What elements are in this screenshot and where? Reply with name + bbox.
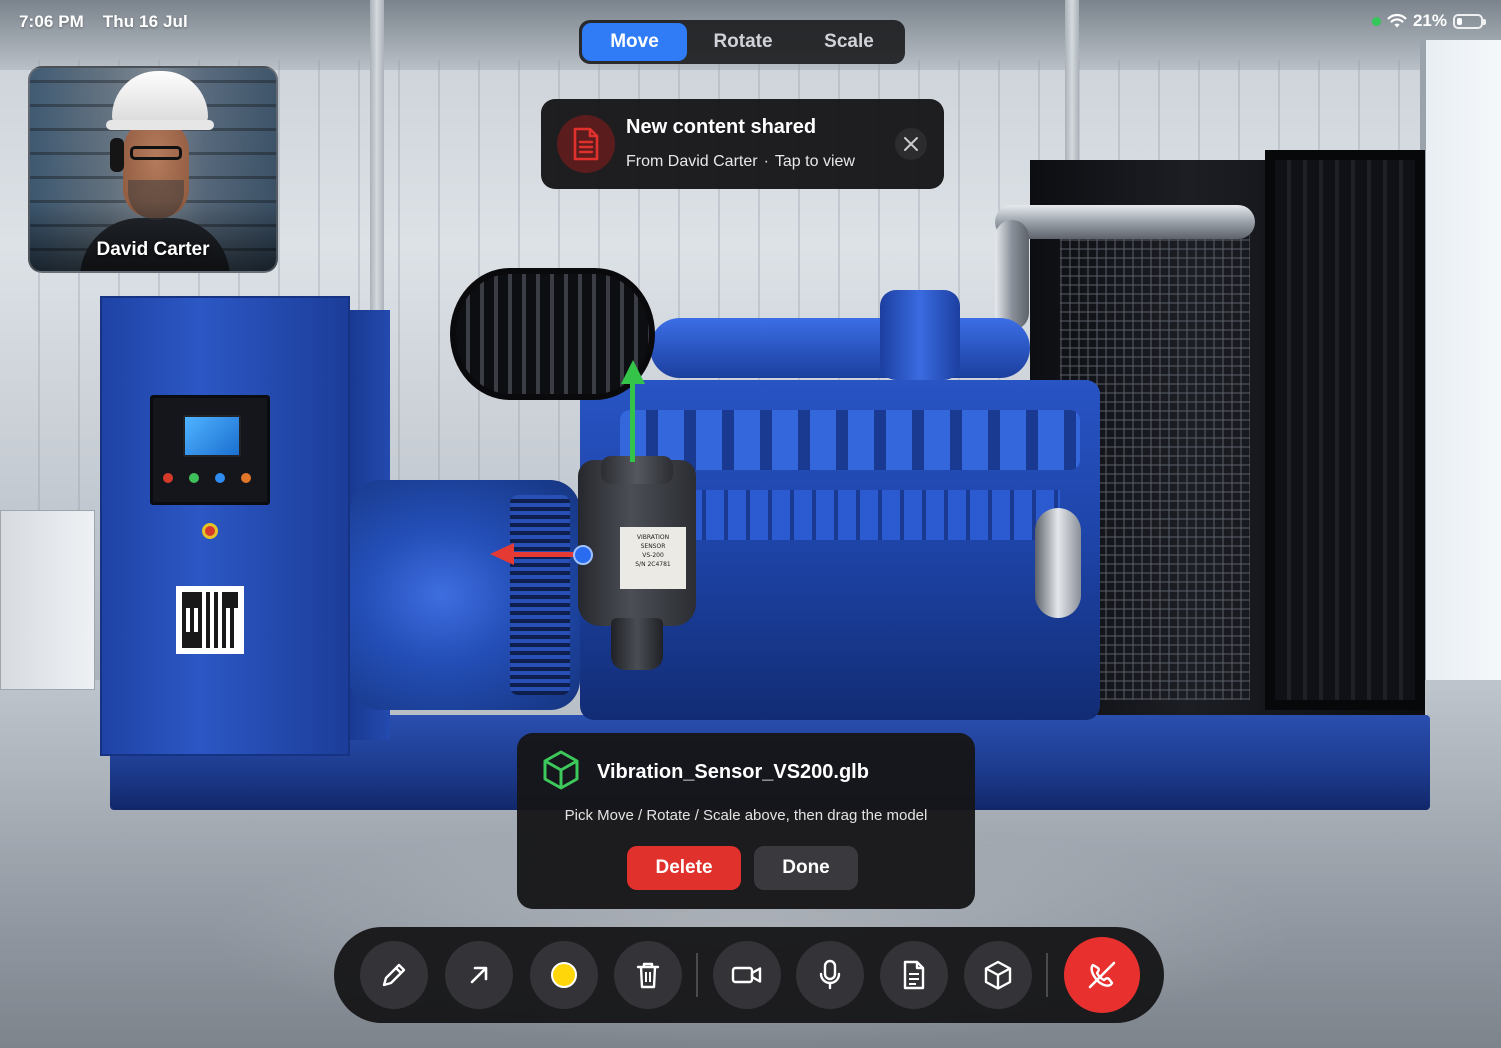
notification-separator: ·	[763, 153, 769, 170]
share-document-button[interactable]	[880, 941, 948, 1009]
participant-name: David Carter	[96, 239, 210, 260]
cube-icon	[984, 960, 1012, 990]
gizmo-y-axis[interactable]	[630, 382, 635, 462]
toolbar-divider	[1046, 953, 1048, 997]
exhaust-pipe	[995, 205, 1255, 239]
battery-percentage: 21%	[1412, 11, 1447, 30]
sensor-model-connector	[611, 618, 663, 670]
sensor-label-line: VS-200	[642, 552, 664, 559]
battery-icon	[1453, 13, 1486, 29]
cube-icon	[543, 750, 579, 790]
emergency-stop-button	[202, 523, 218, 539]
draw-tool-button[interactable]	[360, 941, 428, 1009]
mode-scale-button[interactable]: Scale	[799, 23, 899, 61]
indicator-light	[241, 473, 251, 483]
intake-pipe	[650, 318, 1030, 378]
model-edit-panel: Vibration_Sensor_VS200.glb Pick Move / R…	[517, 733, 975, 909]
document-icon	[903, 960, 925, 990]
transform-mode-segmented-control: Move Rotate Scale	[579, 20, 905, 64]
delete-model-button[interactable]: Delete	[627, 846, 741, 890]
trash-icon	[636, 962, 660, 989]
alternator-grille	[510, 495, 570, 695]
gizmo-y-arrow-icon[interactable]	[621, 360, 645, 384]
participant-video-tile[interactable]: David Carter	[28, 66, 278, 273]
notification-action: Tap to view	[774, 153, 855, 170]
indicator-light	[189, 473, 199, 483]
document-icon	[573, 127, 599, 161]
generator-control-panel	[150, 395, 270, 505]
done-button[interactable]: Done	[754, 846, 858, 890]
sensor-label-line: S/N 2C4781	[635, 561, 671, 568]
content-shared-notification[interactable]: New content shared From David Carter · Tap…	[541, 99, 944, 189]
engine-manifold	[640, 490, 1060, 540]
model-instructions: Pick Move / Rotate / Scale above, then d…	[564, 807, 928, 824]
color-picker-button[interactable]	[530, 941, 598, 1009]
video-camera-icon	[731, 966, 762, 984]
status-date: Thu 16 Jul	[102, 12, 188, 31]
headset-icon	[110, 138, 124, 172]
generator-control-cabinet	[100, 296, 350, 756]
mic-toggle-button[interactable]	[796, 941, 864, 1009]
camera-toggle-button[interactable]	[713, 941, 781, 1009]
sensor-label-line: VIBRATION SENSOR	[636, 534, 670, 550]
notification-sender: From David Carter	[626, 153, 758, 170]
pencil-icon	[382, 963, 406, 987]
call-toolbar	[334, 927, 1164, 1023]
hard-hat-brim	[106, 120, 214, 130]
battery-fill	[1457, 17, 1462, 25]
turbocharger	[880, 290, 960, 380]
sensor-model-cap	[601, 456, 673, 484]
indicator-light	[163, 473, 173, 483]
end-call-button[interactable]	[1064, 937, 1140, 1013]
status-bar-left: 7:06 PM Thu 16 Jul	[19, 12, 188, 32]
exhaust-pipe-vertical	[995, 220, 1029, 330]
camera-in-use-dot	[1371, 16, 1381, 26]
background-cabinet	[0, 510, 95, 690]
engine-cylinder-heads	[620, 410, 1080, 470]
arrow-tool-button[interactable]	[445, 941, 513, 1009]
mode-move-button[interactable]: Move	[582, 23, 687, 61]
radiator-frame	[1265, 150, 1425, 710]
coolant-elbow-pipe	[1035, 508, 1081, 618]
status-time: 7:06 PM	[19, 12, 84, 31]
indicator-light	[215, 473, 225, 483]
status-bar-right: 21%	[1371, 11, 1486, 31]
arrow-up-right-icon	[470, 966, 488, 984]
close-icon	[904, 137, 918, 151]
qr-code-marker	[176, 586, 244, 654]
add-3d-model-button[interactable]	[964, 941, 1032, 1009]
phone-hangup-icon	[1088, 961, 1116, 989]
wifi-icon	[1387, 13, 1407, 28]
gizmo-z-handle[interactable]	[573, 545, 593, 565]
clear-annotations-button[interactable]	[614, 941, 682, 1009]
notification-subtitle: From David Carter · Tap to view	[626, 153, 855, 171]
toolbar-divider	[696, 953, 698, 997]
notification-close-button[interactable]	[895, 128, 927, 160]
participant-avatar-glasses	[130, 146, 182, 160]
toast-icon-badge	[557, 115, 615, 173]
color-dot-icon	[551, 962, 577, 988]
microphone-icon	[819, 959, 841, 990]
mode-rotate-button[interactable]: Rotate	[687, 23, 799, 61]
notification-title: New content shared	[626, 116, 817, 138]
gizmo-x-arrow-icon[interactable]	[490, 543, 514, 565]
warehouse-window	[1420, 40, 1501, 680]
model-filename: Vibration_Sensor_VS200.glb	[597, 761, 869, 783]
sensor-model-label: VIBRATION SENSOR VS-200 S/N 2C4781	[620, 527, 686, 589]
control-screen	[183, 415, 241, 457]
